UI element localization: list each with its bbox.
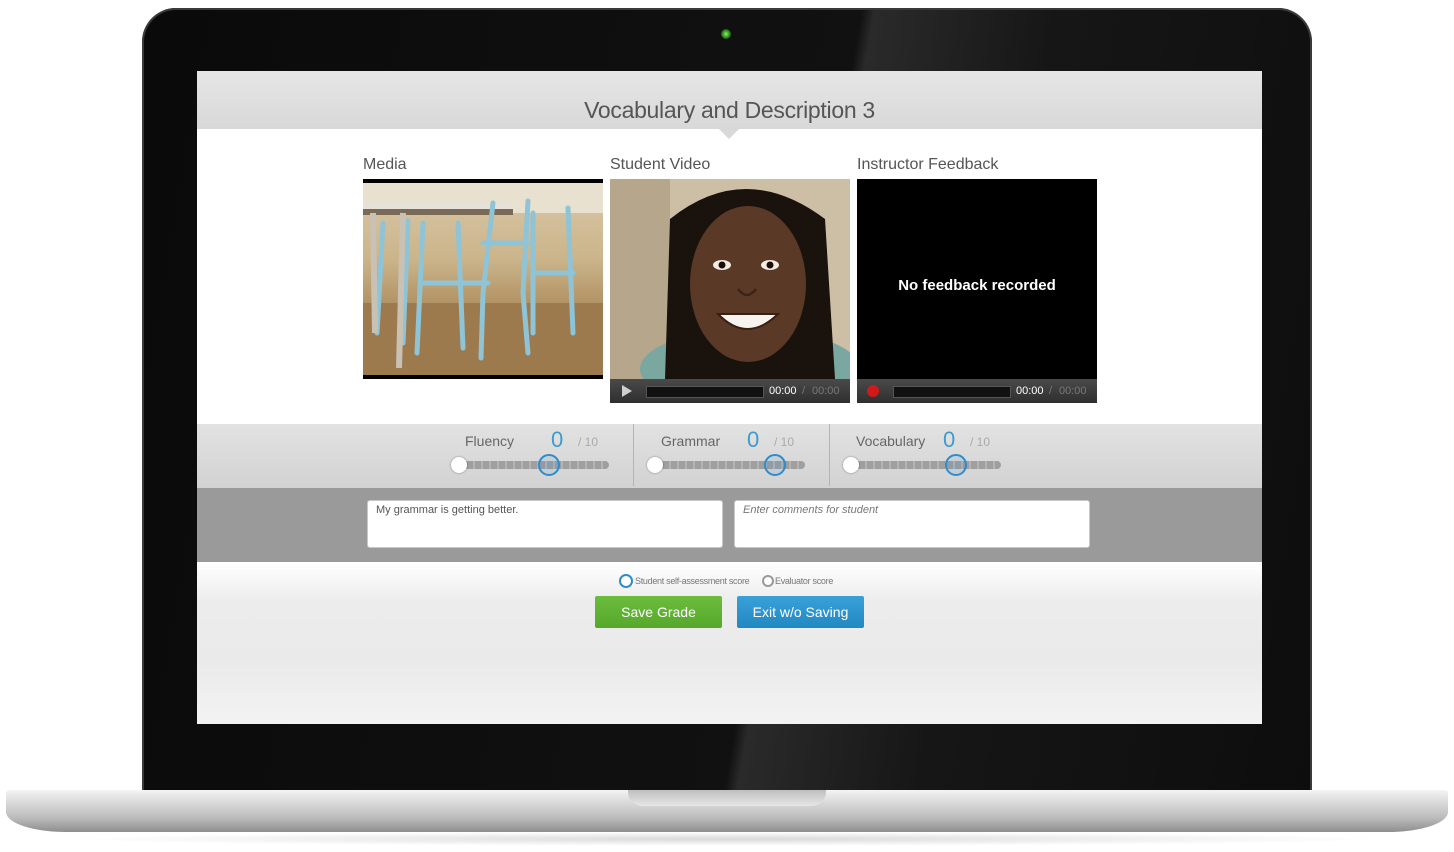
actions-area [197,562,1262,724]
feedback-current-time: 00:00 [1016,385,1044,397]
student-video-progress[interactable] [646,386,764,398]
student-video-time-separator: / [802,385,806,397]
instructor-comment-field[interactable]: Enter comments for student [734,500,1090,548]
exit-without-saving-button[interactable]: Exit w/o Saving [737,596,864,628]
grammar-slider-start[interactable] [647,457,663,473]
student-video-current-time: 00:00 [769,385,797,397]
fluency-max: / 10 [578,435,599,449]
score-strip [197,424,1262,488]
page-title: Vocabulary and Description 3 [584,97,875,123]
feedback-time-separator: / [1049,385,1053,397]
student-video-player[interactable]: 00:00 / 00:00 [610,179,850,403]
chairs-illustration [363,183,603,375]
student-video-controls: 00:00 / 00:00 [610,379,850,403]
evaluator-radio[interactable] [762,575,774,587]
instructor-feedback-label: Instructor Feedback [857,156,999,173]
save-grade-button[interactable]: Save Grade [595,596,722,628]
fluency-slider-start[interactable] [451,457,467,473]
chairs-photo [363,183,603,375]
student-video-frame[interactable] [610,179,850,379]
score-divider [633,424,634,486]
student-comment-field[interactable]: My grammar is getting better. [367,500,723,548]
webcam-icon [721,29,731,39]
fluency-label: Fluency [465,433,515,449]
record-icon[interactable] [867,385,879,397]
self-assessment-label: Student self-assessment score [635,576,750,586]
feedback-progress[interactable] [893,386,1011,398]
feedback-controls: 00:00 / 00:00 [857,379,1097,403]
no-feedback-message: No feedback recorded [898,277,1056,294]
instructor-feedback-frame: No feedback recorded [857,179,1097,379]
self-assessment-radio[interactable] [619,574,633,588]
grammar-value: 0 [747,427,760,452]
app-screen: Vocabulary and Description 3 Media Stude… [197,71,1262,724]
laptop-notch [628,790,826,806]
vocabulary-slider-thumb[interactable] [945,454,967,476]
comments-strip [197,488,1262,562]
vocabulary-value: 0 [943,427,956,452]
feedback-total-time: 00:00 [1059,385,1087,397]
score-divider [829,424,830,486]
vocabulary-max: / 10 [970,435,991,449]
vocabulary-slider-start[interactable] [843,457,859,473]
media-label: Media [363,156,407,173]
laptop-shadow [60,832,1394,846]
student-video-label: Student Video [610,156,711,173]
media-image [363,179,603,379]
play-icon[interactable] [622,385,632,397]
title-caret [719,129,739,139]
student-portrait-illustration [610,179,850,379]
fluency-value: 0 [551,427,564,452]
vocabulary-slider-track[interactable] [851,461,1001,469]
evaluator-label: Evaluator score [775,576,834,586]
instructor-feedback-player[interactable]: No feedback recorded 00:00 / 00:00 [857,179,1097,403]
grammar-max: / 10 [774,435,795,449]
fluency-slider-track[interactable] [459,461,609,469]
grammar-label: Grammar [661,433,721,449]
vocabulary-label: Vocabulary [856,433,926,449]
student-video-total-time: 00:00 [812,385,840,397]
fluency-slider-thumb[interactable] [538,454,560,476]
grammar-slider-thumb[interactable] [764,454,786,476]
